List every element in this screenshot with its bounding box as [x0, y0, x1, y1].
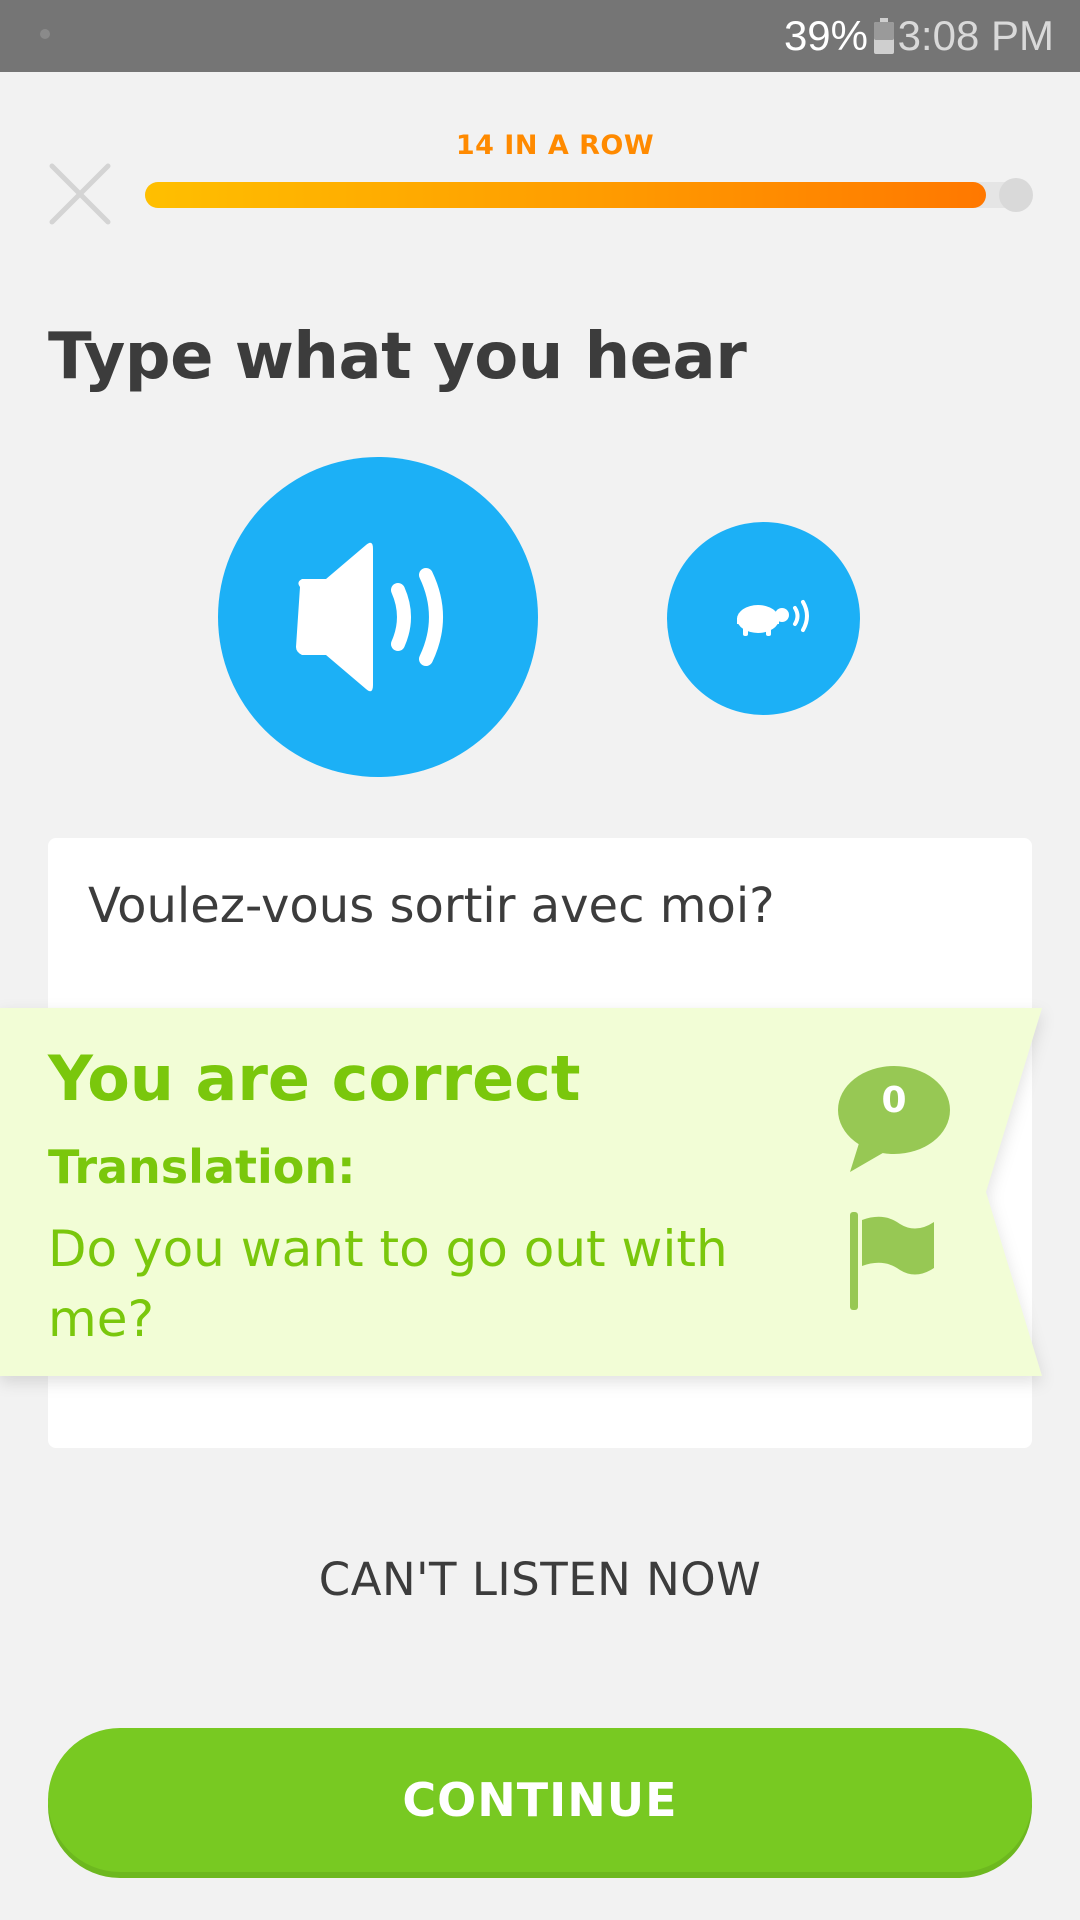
- translation-text: Do you want to go out with me?: [48, 1220, 728, 1348]
- streak-label: 14 IN A ROW: [455, 130, 655, 161]
- translation-label: Translation:: [48, 1140, 356, 1194]
- status-bar: 39% 3:08 PM: [0, 0, 1080, 72]
- play-audio-button[interactable]: [218, 457, 538, 777]
- continue-button-label: CONTINUE: [402, 1773, 678, 1827]
- flag-icon[interactable]: [844, 1210, 940, 1312]
- speaker-icon: [296, 542, 443, 692]
- turtle-icon: [737, 600, 809, 636]
- progress-bar: [145, 182, 1021, 208]
- lesson-screen: 39% 3:08 PM 14 IN A ROW Type what you he…: [0, 0, 1080, 1920]
- close-icon[interactable]: [48, 162, 112, 226]
- notification-dot: [40, 29, 50, 39]
- cant-listen-now-button[interactable]: CAN'T LISTEN NOW: [0, 1548, 1080, 1612]
- play-slow-audio-button[interactable]: [667, 522, 860, 715]
- clock: 3:08 PM: [897, 12, 1054, 59]
- result-title: You are correct: [48, 1042, 581, 1115]
- progress-fill: [145, 182, 986, 208]
- discussion-button[interactable]: 0: [836, 1064, 952, 1176]
- battery-icon: [874, 18, 894, 54]
- progress-end-marker: [999, 178, 1033, 212]
- page-title: Type what you hear: [48, 320, 747, 394]
- discussion-count: 0: [881, 1080, 907, 1121]
- answer-input-value: Voulez-vous sortir avec moi?: [88, 878, 775, 934]
- continue-button[interactable]: CONTINUE: [48, 1728, 1032, 1872]
- battery-percentage: 39%: [783, 12, 868, 59]
